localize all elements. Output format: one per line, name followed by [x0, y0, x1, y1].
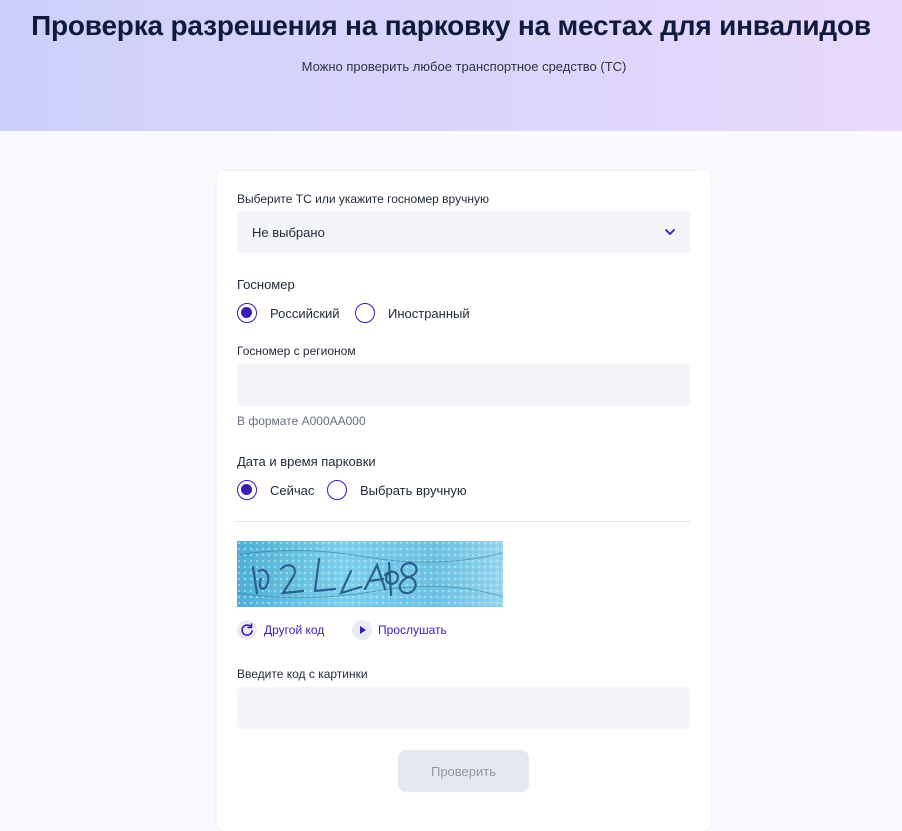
radio-manual-time-label[interactable]: Выбрать вручную: [360, 483, 467, 498]
refresh-captcha-link[interactable]: Другой код: [264, 623, 324, 637]
captcha-image: [237, 541, 503, 607]
radio-now[interactable]: [237, 480, 257, 500]
check-button[interactable]: Проверить: [398, 750, 529, 792]
captcha-code-label: Введите код с картинки: [237, 667, 368, 681]
radio-foreign-plate-label[interactable]: Иностранный: [388, 306, 470, 321]
radio-russian-plate[interactable]: [237, 303, 257, 323]
refresh-icon[interactable]: [237, 620, 257, 640]
plate-number-input[interactable]: [237, 364, 690, 406]
listen-captcha-link[interactable]: Прослушать: [378, 623, 447, 637]
radio-manual-time[interactable]: [327, 480, 347, 500]
parking-time-title: Дата и время парковки: [237, 454, 376, 469]
captcha-code-input[interactable]: [237, 687, 690, 729]
page-title: Проверка разрешения на парковку на места…: [31, 10, 871, 41]
plate-format-hint: В формате А000АА000: [237, 414, 366, 428]
vehicle-select-value: Не выбрано: [252, 225, 325, 240]
vehicle-select[interactable]: Не выбрано: [237, 211, 690, 253]
plate-input-label: Госномер с регионом: [237, 344, 356, 358]
check-form-card: Выберите ТС или укажите госномер вручную…: [217, 171, 710, 831]
page-subtitle: Можно проверить любое транспортное средс…: [301, 59, 627, 74]
radio-now-label[interactable]: Сейчас: [270, 483, 314, 498]
play-icon[interactable]: [352, 620, 372, 640]
plate-type-title: Госномер: [237, 277, 295, 292]
divider: [237, 521, 690, 522]
radio-russian-plate-label[interactable]: Российский: [270, 306, 340, 321]
page-header: Проверка разрешения на парковку на места…: [0, 0, 902, 131]
vehicle-select-label: Выберите ТС или укажите госномер вручную: [237, 192, 489, 206]
radio-foreign-plate[interactable]: [355, 303, 375, 323]
chevron-down-icon: [665, 229, 675, 235]
